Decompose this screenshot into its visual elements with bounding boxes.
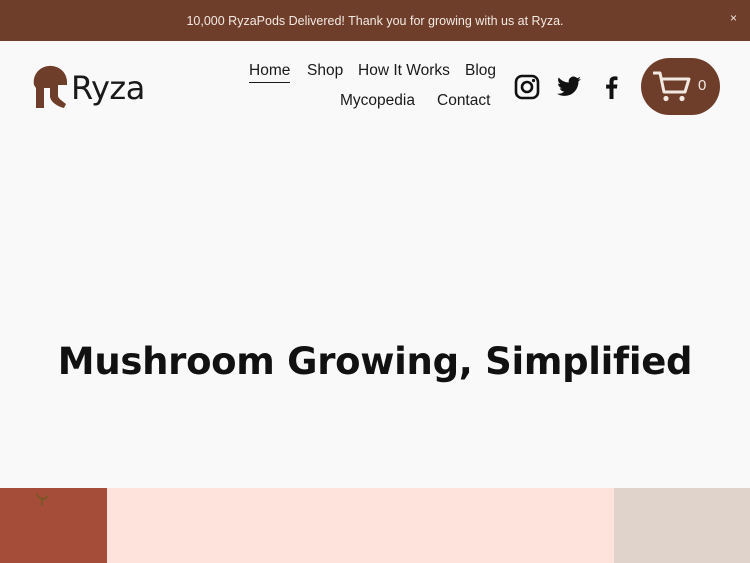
nav-item-blog[interactable]: Blog (465, 62, 496, 80)
announcement-text: 10,000 RyzaPods Delivered! Thank you for… (186, 13, 564, 28)
nav-item-home[interactable]: Home (249, 62, 291, 83)
cart-icon (653, 71, 691, 102)
nav-item-mycopedia[interactable]: Mycopedia (340, 92, 415, 110)
nav-item-shop[interactable]: Shop (307, 62, 343, 80)
hero-title: Mushroom Growing, Simplified (57, 340, 693, 383)
instagram-icon[interactable] (514, 74, 540, 100)
nav-item-contact[interactable]: Contact (437, 92, 490, 110)
hero-image-left (0, 488, 107, 563)
logo-wordmark: Ryza (71, 69, 145, 107)
mushroom-icon (33, 65, 68, 108)
site-header: Ryza Home Shop How It Works Blog Mycoped… (0, 41, 750, 136)
close-icon[interactable]: × (730, 12, 737, 24)
announcement-bar: 10,000 RyzaPods Delivered! Thank you for… (0, 0, 750, 41)
hero-image-middle (107, 488, 614, 563)
cart-button[interactable]: 0 (641, 58, 720, 115)
twitter-icon[interactable] (556, 74, 582, 100)
facebook-icon[interactable] (599, 74, 625, 100)
cart-count: 0 (698, 77, 707, 94)
logo-link[interactable]: Ryza (30, 63, 145, 109)
hero-image-right (614, 488, 750, 563)
sprout-icon (36, 493, 48, 506)
nav-item-how-it-works[interactable]: How It Works (358, 62, 450, 80)
